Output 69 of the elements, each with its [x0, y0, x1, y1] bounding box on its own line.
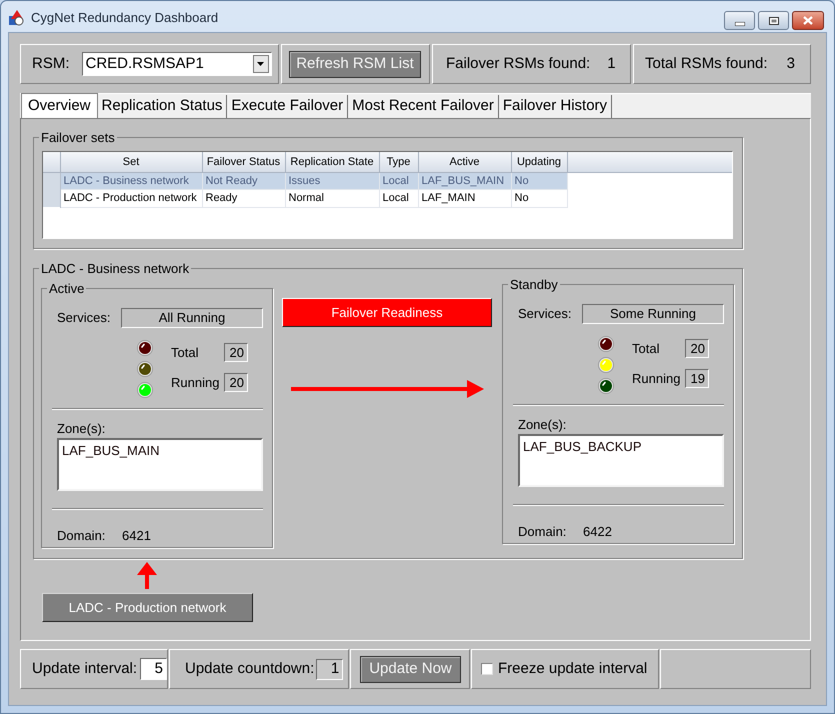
table-cell: LADC - Production network — [60, 190, 202, 207]
row-header — [43, 172, 60, 190]
running-count-field: 19 — [685, 369, 709, 388]
zones-label: Zone(s): — [57, 421, 106, 436]
restore-icon — [768, 16, 778, 24]
close-icon — [803, 16, 813, 25]
running-label: Running — [632, 370, 682, 388]
group-title: LADC - Business network — [40, 261, 190, 276]
freeze-checkbox[interactable] — [481, 663, 493, 675]
domain-label: Domain: — [57, 527, 106, 545]
column-header[interactable]: Type — [379, 152, 418, 172]
group-title: Standby — [509, 277, 559, 292]
table-cell: Ready — [202, 190, 285, 207]
up-arrow — [137, 562, 157, 589]
zone-item[interactable]: LAF_BUS_BACKUP — [523, 439, 642, 454]
row-header — [43, 190, 60, 207]
column-header[interactable]: Updating — [511, 152, 567, 172]
refresh-rsm-button[interactable]: Refresh RSM List — [289, 50, 421, 78]
tab[interactable]: Overview — [21, 93, 98, 118]
table-row[interactable]: LADC - Business network Not Ready Issues Local LAF_BUS_MAIN No — [43, 172, 732, 190]
row-header — [43, 152, 60, 172]
minimize-button[interactable] — [724, 11, 755, 30]
failover-rsms-count: 1 — [607, 54, 616, 74]
domain-value: 6421 — [122, 527, 151, 545]
total-rsms-count: 3 — [786, 54, 795, 74]
failover-readiness-button[interactable]: Failover Readiness — [282, 298, 492, 327]
running-label: Running — [171, 374, 220, 392]
total-label: Total — [171, 344, 200, 362]
update-countdown-field: 1 — [316, 658, 344, 680]
rsm-dropdown[interactable]: CRED.RSMSAP1 — [82, 52, 272, 76]
close-button[interactable] — [792, 11, 824, 30]
dropdown-button[interactable] — [252, 55, 268, 73]
total-count-field: 20 — [685, 339, 709, 358]
freeze-label: Freeze update interval — [498, 658, 648, 679]
update-interval-field[interactable]: 5 — [140, 658, 167, 680]
domain-label: Domain: — [518, 523, 568, 541]
minimize-icon — [734, 22, 744, 26]
table-cell: No — [511, 190, 567, 207]
total-label: Total — [632, 340, 660, 358]
failover-rsms-label: Failover RSMs found: — [446, 54, 590, 74]
rsm-label: RSM: — [32, 54, 70, 74]
tab[interactable]: Replication Status — [98, 95, 228, 118]
domain-value: 6422 — [583, 523, 612, 541]
zone-item[interactable]: LAF_BUS_MAIN — [62, 443, 160, 458]
update-now-button[interactable]: Update Now — [360, 656, 461, 682]
total-count-field: 20 — [224, 343, 248, 362]
update-interval-label: Update interval: — [32, 658, 138, 679]
window-title: CygNet Redundancy Dashboard — [31, 10, 218, 26]
services-status-field: All Running — [121, 308, 263, 328]
restore-button[interactable] — [758, 11, 789, 30]
column-header[interactable]: Replication State — [285, 152, 379, 172]
running-count-field: 20 — [224, 373, 248, 392]
production-network-button[interactable]: LADC - Production network — [42, 593, 253, 622]
app-icon — [8, 10, 24, 26]
group-title: Active — [48, 281, 86, 296]
caret-icon — [257, 62, 264, 66]
total-rsms-label: Total RSMs found: — [645, 54, 768, 74]
table-cell: Local — [379, 190, 418, 207]
services-status-field: Some Running — [582, 304, 724, 324]
services-label: Services: — [518, 305, 572, 324]
table-cell: LAF_MAIN — [418, 190, 511, 207]
update-countdown-label: Update countdown: — [185, 658, 314, 679]
column-header[interactable]: Active — [418, 152, 511, 172]
zones-label: Zone(s): — [518, 417, 568, 432]
table-cell: Normal — [285, 190, 379, 207]
services-label: Services: — [57, 309, 112, 328]
group-title: Failover sets — [40, 130, 116, 145]
column-header[interactable]: Set — [60, 152, 202, 172]
column-header[interactable]: Failover Status — [202, 152, 285, 172]
